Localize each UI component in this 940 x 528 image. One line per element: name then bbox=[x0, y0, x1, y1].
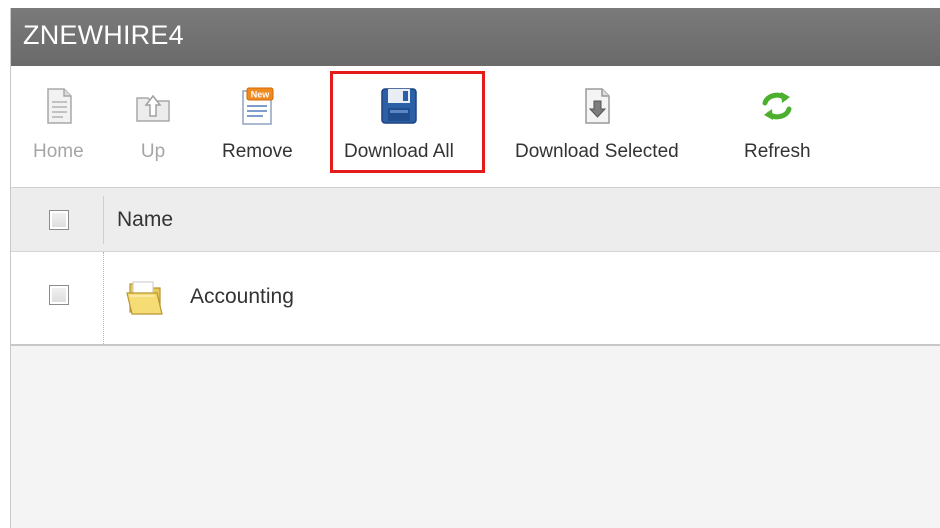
refresh-button[interactable]: Refresh bbox=[744, 86, 811, 163]
grid-header: Name bbox=[11, 188, 940, 252]
file-browser-window: ZNEWHIRE4 Home Up New Remove Download Al… bbox=[10, 8, 940, 528]
select-all-checkbox[interactable] bbox=[49, 210, 69, 230]
download-all-highlight bbox=[330, 71, 485, 173]
up-button[interactable]: Up bbox=[133, 86, 173, 163]
remove-button[interactable]: New Remove bbox=[222, 86, 293, 163]
home-document-icon bbox=[47, 88, 73, 124]
new-badge: New bbox=[251, 90, 271, 100]
row-column-divider bbox=[103, 252, 104, 344]
refresh-button-label: Refresh bbox=[744, 141, 811, 162]
remove-button-label: Remove bbox=[222, 141, 293, 162]
row-name: Accounting bbox=[190, 285, 294, 308]
page-left-edge bbox=[0, 0, 10, 528]
up-folder-icon bbox=[136, 94, 170, 122]
folder-icon bbox=[126, 281, 163, 315]
home-button[interactable]: Home bbox=[33, 86, 84, 163]
title-bar: ZNEWHIRE4 bbox=[11, 8, 940, 66]
window-title: ZNEWHIRE4 bbox=[23, 20, 184, 50]
download-document-icon bbox=[585, 88, 610, 124]
column-divider bbox=[103, 196, 104, 244]
download-selected-button-label: Download Selected bbox=[515, 141, 679, 162]
download-selected-button[interactable]: Download Selected bbox=[515, 86, 679, 163]
up-button-label: Up bbox=[140, 141, 166, 162]
app-page: ZNEWHIRE4 Home Up New Remove Download Al… bbox=[0, 0, 940, 528]
grid-empty-area bbox=[11, 346, 940, 528]
home-button-label: Home bbox=[33, 141, 84, 162]
toolbar: Home Up New Remove Download All Download… bbox=[11, 66, 940, 188]
row-checkbox[interactable] bbox=[49, 285, 69, 305]
table-row[interactable]: Accounting bbox=[11, 252, 940, 346]
column-header-name[interactable]: Name bbox=[117, 208, 173, 232]
remove-new-document-icon: New bbox=[242, 87, 274, 125]
refresh-arrows-icon bbox=[762, 92, 792, 120]
